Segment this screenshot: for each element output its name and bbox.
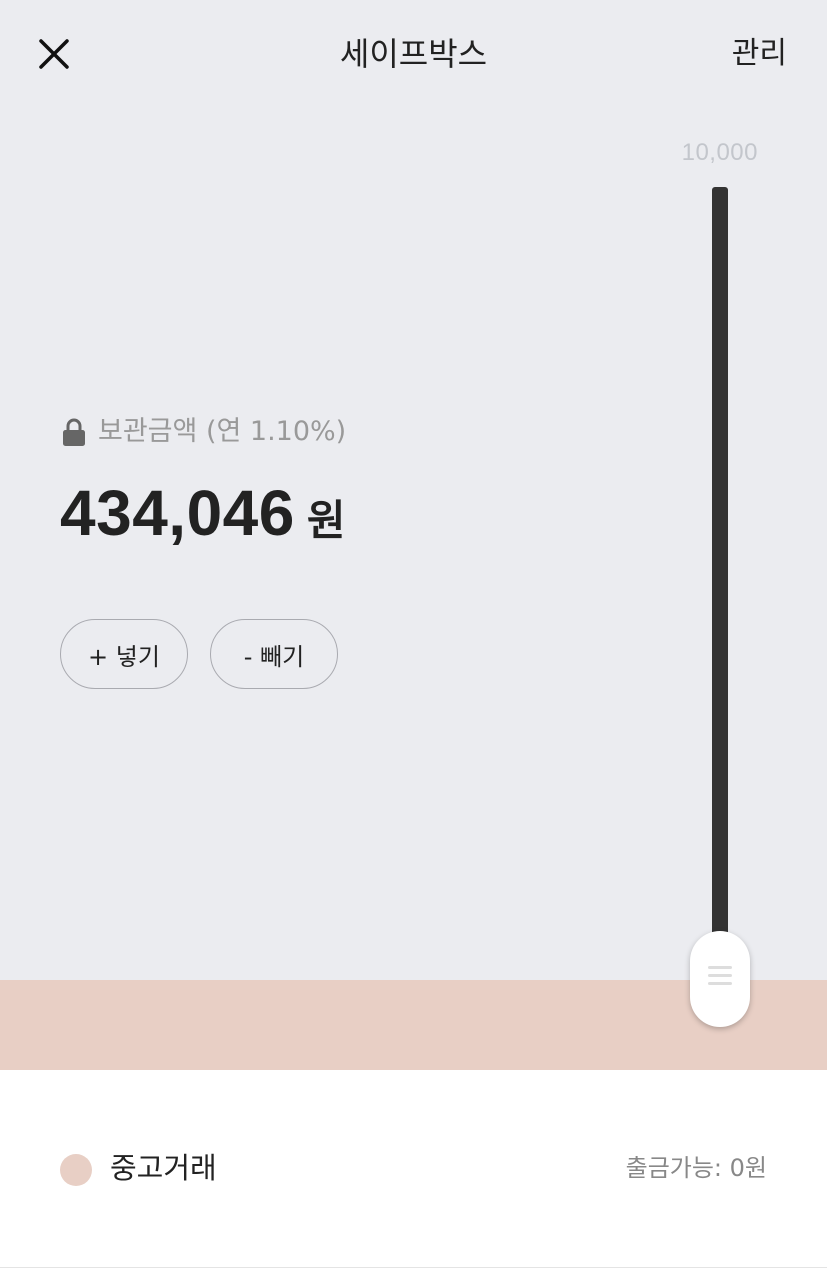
safebox-name: 중고거래 [110, 1151, 217, 1185]
amount-slider-track[interactable] [712, 187, 728, 967]
balance-amount-unit: 원 [306, 496, 346, 545]
amount-slider-handle[interactable] [690, 931, 750, 1027]
grip-line [708, 974, 732, 977]
grip-line [708, 982, 732, 985]
balance-label: 보관금액 (연 1.10%) [62, 414, 346, 450]
balance-amount-value: 434,046 [60, 477, 295, 549]
balance-amount: 434,046 원 [60, 476, 345, 550]
manage-button[interactable]: 관리 [732, 34, 787, 74]
withdrawable-amount: 출금가능: 0원 [625, 1154, 767, 1182]
balance-label-text: 보관금액 (연 1.10%) [98, 416, 347, 447]
safebox-top-area: 세이프박스 관리 10,000 보관금액 (연 1.10%) 434,046 원… [0, 0, 827, 980]
page-title: 세이프박스 [339, 35, 488, 73]
safebox-list-item[interactable]: 중고거래 출금가능: 0원 [0, 1070, 827, 1267]
grip-icon [708, 966, 732, 969]
withdraw-button[interactable]: - 빼기 [210, 619, 338, 689]
safebox-color-dot [60, 1154, 92, 1186]
scale-max-label: 10,000 [681, 139, 758, 166]
lock-icon [62, 417, 86, 447]
deposit-button[interactable]: + 넣기 [60, 619, 188, 689]
divider [0, 1267, 827, 1268]
